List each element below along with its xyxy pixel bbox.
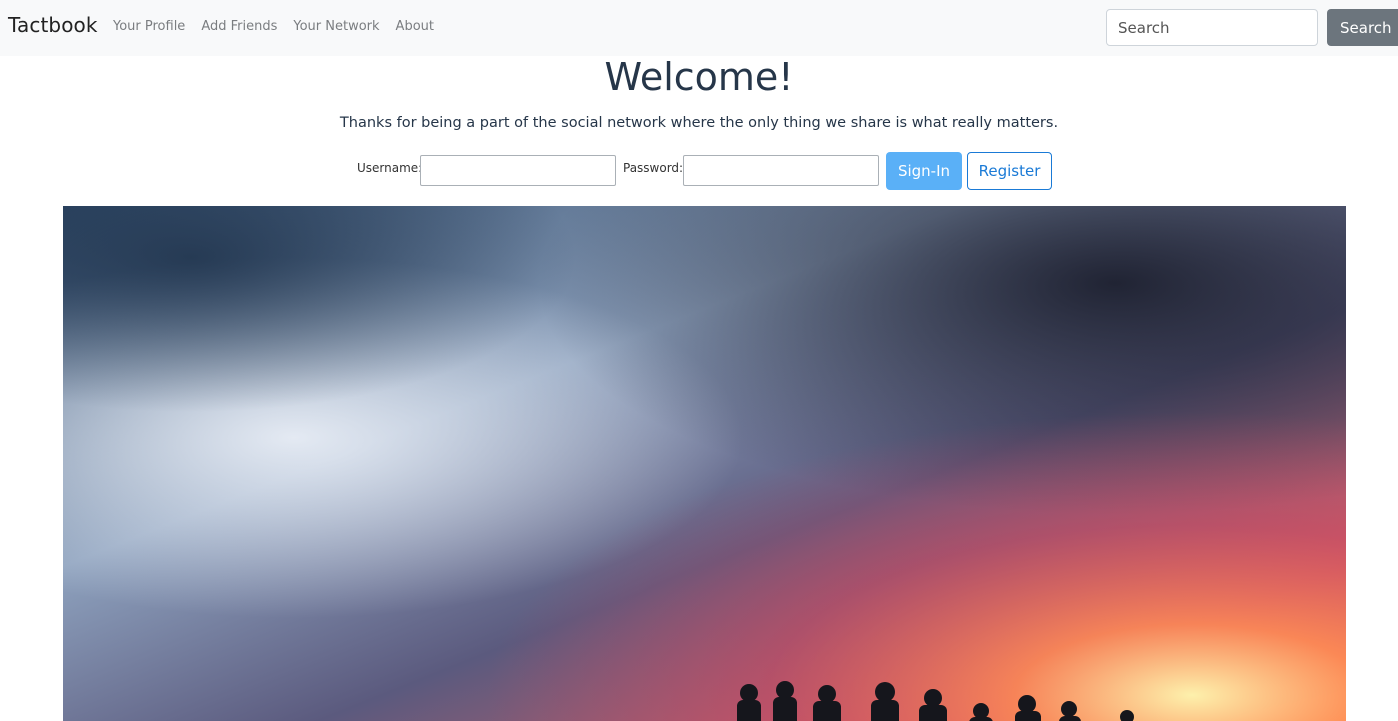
register-button[interactable]: Register bbox=[967, 152, 1052, 190]
page-title: Welcome! bbox=[604, 55, 794, 99]
nav-link-your-network[interactable]: Your Network bbox=[293, 19, 379, 34]
username-label: Username: bbox=[357, 161, 423, 175]
password-label: Password: bbox=[623, 161, 684, 175]
navbar: Tactbook Your Profile Add Friends Your N… bbox=[0, 0, 1398, 56]
brand-logo[interactable]: Tactbook bbox=[8, 13, 98, 37]
nav-link-add-friends[interactable]: Add Friends bbox=[201, 19, 277, 34]
search-input[interactable] bbox=[1106, 9, 1318, 46]
nav-links: Your Profile Add Friends Your Network Ab… bbox=[113, 19, 434, 34]
search-button[interactable]: Search bbox=[1327, 9, 1398, 46]
hero-image bbox=[63, 206, 1346, 721]
page-subtitle: Thanks for being a part of the social ne… bbox=[339, 115, 1059, 131]
password-field[interactable] bbox=[683, 155, 879, 186]
nav-link-about[interactable]: About bbox=[396, 19, 434, 34]
username-field[interactable] bbox=[420, 155, 616, 186]
sign-in-button[interactable]: Sign-In bbox=[886, 152, 962, 190]
nav-link-your-profile[interactable]: Your Profile bbox=[113, 19, 185, 34]
sunset-sky-image bbox=[63, 206, 1346, 721]
